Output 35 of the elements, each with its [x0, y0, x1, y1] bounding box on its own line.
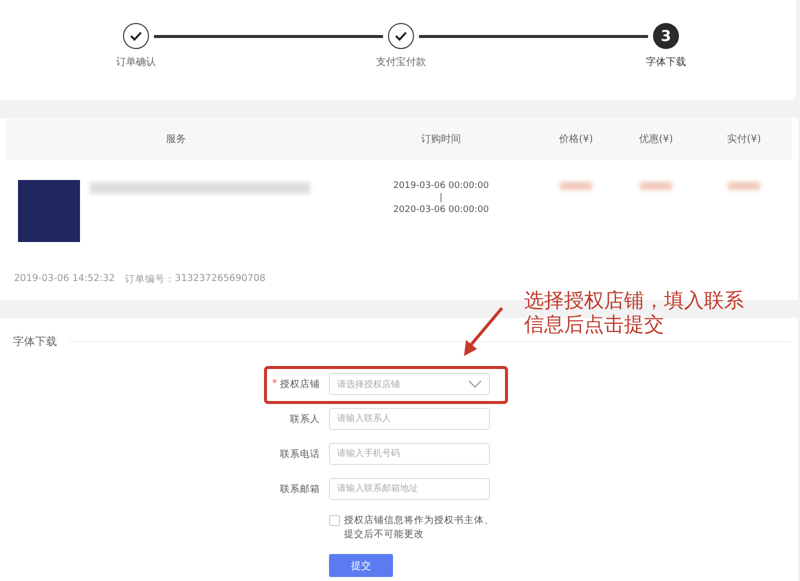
step-label: 订单确认	[116, 56, 156, 69]
date-separator: |	[439, 192, 443, 204]
section-title: 字体下载	[13, 334, 57, 349]
arrow-icon	[462, 306, 504, 358]
blurred-amount	[640, 182, 672, 190]
blurred-amount	[560, 182, 592, 190]
field-label: 联系人	[290, 412, 320, 426]
step-label: 支付宝付款	[376, 56, 426, 69]
order-number: 313237265690708	[174, 273, 266, 286]
column-header: 实付(¥)	[726, 132, 762, 146]
column-header: 价格(¥)	[558, 132, 594, 146]
shop-select[interactable]: 请选择授权店铺	[329, 373, 490, 395]
column-header: 订购时间	[420, 132, 462, 146]
input-field[interactable]: 请输入手机号码	[329, 443, 490, 465]
checkbox[interactable]	[329, 515, 340, 526]
field-label: 联系邮箱	[280, 482, 320, 496]
submit-button[interactable]: 提交	[329, 554, 393, 577]
field-label: 联系电话	[280, 448, 320, 460]
product-image	[18, 180, 80, 242]
field-label: 授权店铺	[280, 378, 320, 390]
end-date: 2020-03-06 00:00:00	[393, 204, 489, 216]
step-label: 字体下载	[646, 56, 686, 69]
blurred-amount	[728, 182, 760, 190]
order-time: 2019-03-06 14:52:32	[14, 273, 115, 286]
agreement-text: 授权店铺信息将作为授权书主体、提交后不可能更改	[344, 514, 494, 542]
column-header: 服务	[165, 133, 187, 146]
annotation-text: 选择授权店铺，填入联系信息后点击提交	[524, 288, 745, 336]
order-number-label: 订单编号：	[124, 273, 175, 286]
step-number: 3	[653, 23, 679, 49]
input-field[interactable]: 请输入联系人	[329, 408, 490, 430]
column-header: 优惠(¥)	[638, 132, 674, 146]
chevron-down-icon	[468, 380, 482, 388]
start-date: 2019-03-06 00:00:00	[393, 180, 489, 192]
input-field[interactable]: 请输入联系邮箱地址	[329, 478, 490, 500]
required-mark: *	[272, 378, 277, 390]
